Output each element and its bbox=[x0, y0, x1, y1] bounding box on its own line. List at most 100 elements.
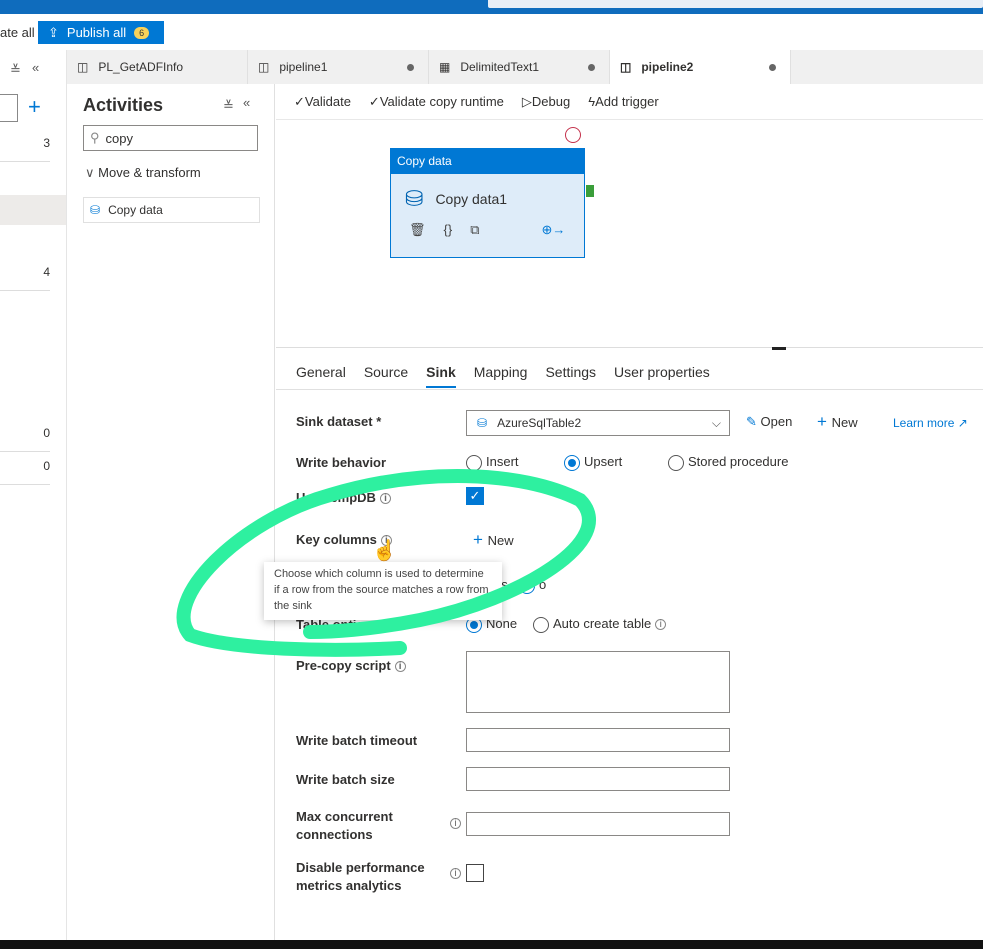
selected-value: AzureSqlTable2 bbox=[497, 416, 582, 430]
group-move-transform[interactable]: ∨ Move & transform bbox=[85, 165, 201, 181]
filter-input[interactable] bbox=[0, 94, 18, 122]
info-icon[interactable]: i bbox=[394, 661, 406, 673]
label: Learn more bbox=[893, 416, 955, 430]
tab-sink[interactable]: Sink bbox=[426, 364, 456, 388]
write-batch-size-label: Write batch size bbox=[296, 772, 395, 787]
clone-icon[interactable]: ⧉ bbox=[470, 222, 479, 238]
play-icon: ▷ bbox=[521, 93, 532, 109]
search-icon: ⚲ bbox=[90, 130, 100, 145]
label: New bbox=[831, 415, 858, 430]
radio-auto-create-table[interactable]: Auto create table i bbox=[533, 616, 667, 633]
key-columns-tooltip: Choose which column is used to determine… bbox=[264, 562, 502, 620]
validate-copy-runtime-button[interactable]: ✓Validate copy runtime bbox=[369, 94, 504, 110]
use-tempdb-checkbox[interactable]: ✓ bbox=[466, 487, 484, 505]
tab-source[interactable]: Source bbox=[364, 364, 408, 388]
collapse-panel-icon[interactable]: « bbox=[243, 95, 250, 110]
max-concurrent-connections-input[interactable] bbox=[466, 812, 730, 836]
global-search[interactable] bbox=[488, 0, 983, 8]
publish-all-button[interactable]: ⇪ Publish all 6 bbox=[38, 21, 164, 44]
failure-output-handle[interactable] bbox=[565, 127, 581, 143]
info-icon[interactable]: i bbox=[379, 493, 391, 505]
chevron-down-icon: ∨ bbox=[85, 165, 99, 180]
pipeline-command-bar: ✓Validate ✓Validate copy runtime ▷Debug … bbox=[276, 84, 983, 120]
external-link-icon: ↗ bbox=[957, 416, 968, 430]
selected-resource-row[interactable] bbox=[0, 195, 66, 225]
add-output-icon[interactable]: ⊕→ bbox=[542, 222, 566, 238]
activities-search-input[interactable]: ⚲ copy bbox=[83, 125, 258, 151]
info-icon[interactable]: i bbox=[450, 868, 461, 879]
radio-upsert[interactable]: Upsert bbox=[564, 454, 622, 471]
tab-delimitedtext1[interactable]: ▦ DelimitedText1 bbox=[429, 50, 610, 84]
pre-copy-script-textarea[interactable] bbox=[466, 651, 730, 713]
label: Key columns bbox=[296, 532, 377, 547]
validate-button[interactable]: ✓Validate bbox=[294, 94, 351, 110]
radio-insert[interactable]: Insert bbox=[466, 454, 519, 471]
sink-dataset-label: Sink dataset * bbox=[296, 414, 382, 429]
info-icon[interactable]: i bbox=[450, 818, 461, 829]
add-key-column-button[interactable]: + New bbox=[473, 530, 514, 550]
chevron-down-icon: ⌵ bbox=[711, 415, 721, 430]
open-dataset-button[interactable]: ✎ Open bbox=[746, 414, 792, 430]
pipeline-icon: ◫ bbox=[620, 60, 632, 74]
sink-dataset-select[interactable]: ⛁ AzureSqlTable2 ⌵ bbox=[466, 410, 730, 436]
add-resource-icon[interactable]: + bbox=[28, 94, 41, 120]
resource-row[interactable]: 0 bbox=[0, 459, 50, 485]
resize-handle[interactable] bbox=[772, 347, 786, 350]
label: Upsert bbox=[584, 454, 623, 469]
tab-pl-getadfinfo[interactable]: ◫ PL_GetADFInfo bbox=[67, 50, 248, 84]
new-dataset-button[interactable]: + New bbox=[817, 412, 858, 432]
hidden-row-option-no[interactable]: o bbox=[519, 577, 546, 594]
radio-circle bbox=[564, 454, 580, 471]
write-batch-timeout-label: Write batch timeout bbox=[296, 733, 418, 748]
learn-more-link[interactable]: Learn more ↗ bbox=[893, 416, 968, 430]
success-output-handle[interactable] bbox=[586, 185, 594, 197]
debug-button[interactable]: ▷Debug bbox=[522, 94, 570, 110]
tab-settings[interactable]: Settings bbox=[545, 364, 596, 388]
copy-data-icon: ⛁ bbox=[90, 203, 101, 217]
tab-pipeline1[interactable]: ◫ pipeline1 bbox=[248, 50, 429, 84]
group-label: Move & transform bbox=[98, 165, 201, 180]
write-batch-size-input[interactable] bbox=[466, 767, 730, 791]
search-value: copy bbox=[105, 130, 133, 146]
disable-perf-metrics-checkbox[interactable] bbox=[466, 864, 484, 882]
max-concurrent-connections-label: Max concurrent connections bbox=[296, 809, 393, 842]
radio-stored-procedure[interactable]: Stored procedure bbox=[668, 454, 788, 471]
tab-label: pipeline2 bbox=[641, 60, 694, 74]
count: 3 bbox=[43, 136, 50, 150]
pipeline-canvas[interactable] bbox=[276, 120, 983, 348]
label: Debug bbox=[531, 93, 571, 109]
label: Pre-copy script bbox=[296, 658, 391, 673]
delete-icon[interactable]: 🗑 bbox=[409, 222, 426, 238]
tab-label: DelimitedText1 bbox=[460, 60, 540, 74]
tab-mapping[interactable]: Mapping bbox=[474, 364, 528, 388]
radio-circle bbox=[668, 454, 684, 471]
code-icon[interactable]: {} bbox=[444, 222, 453, 238]
radio-circle bbox=[519, 577, 535, 594]
validate-all-button[interactable]: ate all bbox=[0, 25, 35, 40]
resource-row[interactable]: 4 bbox=[0, 265, 50, 291]
collapse-all-icon[interactable]: ≚ bbox=[223, 98, 234, 114]
activity-copy-data[interactable]: ⛁ Copy data bbox=[83, 197, 260, 223]
collapse-panel-icon[interactable]: « bbox=[32, 60, 39, 75]
label: Open bbox=[760, 414, 793, 429]
label: Insert bbox=[486, 454, 519, 469]
edit-icon: ✎ bbox=[746, 414, 761, 429]
tab-pipeline2[interactable]: ◫ pipeline2 bbox=[610, 50, 791, 84]
editor-tabs: ◫ PL_GetADFInfo ◫ pipeline1 ▦ DelimitedText… bbox=[67, 50, 983, 84]
tab-label: PL_GetADFInfo bbox=[98, 60, 184, 74]
tab-user-properties[interactable]: User properties bbox=[614, 364, 710, 388]
copy-data-activity-node[interactable]: Copy data ⛁ Copy data1 🗑 {} ⧉ ⊕→ bbox=[390, 148, 585, 258]
add-trigger-button[interactable]: ϟAdd trigger bbox=[588, 94, 658, 109]
write-batch-timeout-input[interactable] bbox=[466, 728, 730, 752]
node-name: Copy data1 bbox=[435, 191, 508, 207]
collapse-all-icon[interactable]: ≚ bbox=[10, 62, 21, 78]
label: Auto create table bbox=[553, 616, 652, 631]
hand-cursor-icon: ☝ bbox=[372, 540, 397, 562]
resource-row[interactable]: 3 bbox=[0, 136, 50, 162]
factory-resources-panel: ≚ « + 3 4 0 0 bbox=[0, 50, 67, 940]
tab-general[interactable]: General bbox=[296, 364, 346, 388]
use-tempdb-label: Use TempDB i bbox=[296, 490, 391, 505]
radio-circle bbox=[466, 454, 482, 471]
info-icon[interactable]: i bbox=[655, 619, 667, 631]
resource-row[interactable]: 0 bbox=[0, 426, 50, 452]
